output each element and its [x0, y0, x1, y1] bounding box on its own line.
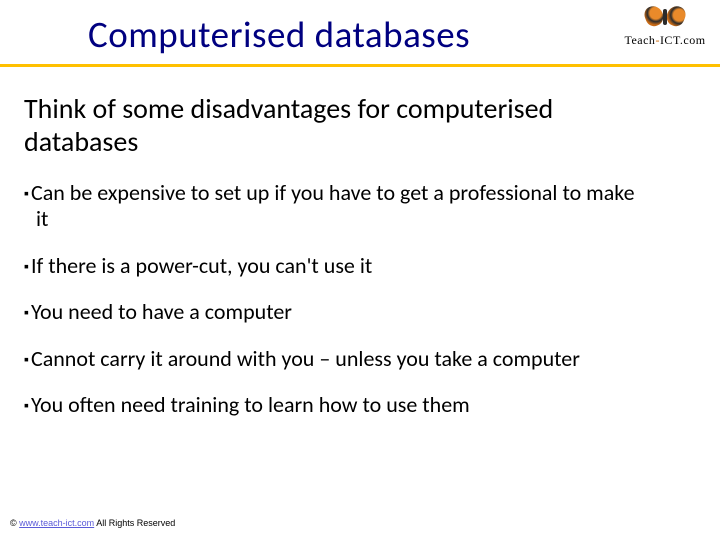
footer-rights: All Rights Reserved [96, 518, 175, 528]
copyright-symbol: © [10, 518, 17, 528]
list-item: You often need training to learn how to … [24, 392, 644, 418]
subtitle: Think of some disadvantages for computer… [24, 92, 584, 158]
footer-link[interactable]: www.teach-ict.com [19, 518, 94, 528]
butterfly-icon [643, 4, 687, 32]
brand-logo: Teach-ICT.com [620, 4, 710, 50]
header-rule [0, 64, 720, 67]
footer: © www.teach-ict.com All Rights Reserved [10, 518, 175, 528]
list-item: You need to have a computer [24, 299, 644, 325]
list-item: Cannot carry it around with you – unless… [24, 346, 644, 372]
brand-logo-text: Teach-ICT.com [620, 33, 710, 48]
bullet-list: Can be expensive to set up if you have t… [24, 180, 690, 418]
list-item: If there is a power-cut, you can't use i… [24, 253, 644, 279]
list-item: Can be expensive to set up if you have t… [24, 180, 644, 233]
header: Computerised databases Teach-ICT.com [0, 0, 720, 70]
page-title: Computerised databases [88, 12, 470, 57]
content-area: Think of some disadvantages for computer… [0, 70, 720, 418]
